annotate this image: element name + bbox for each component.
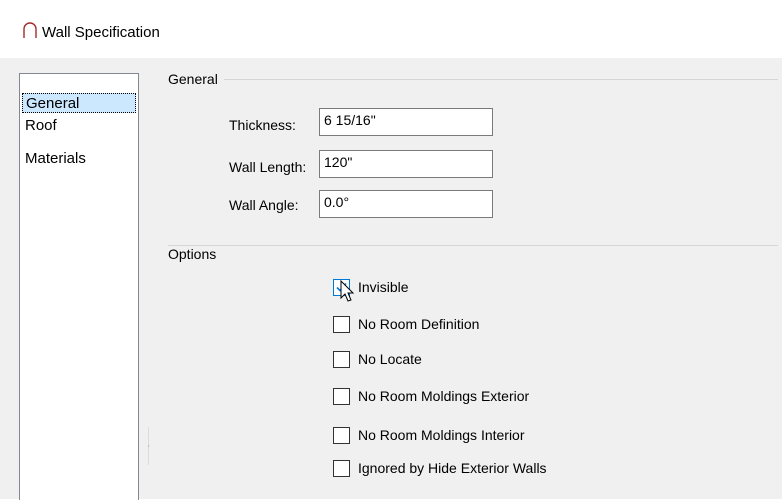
title-bar: Wall Specification	[0, 0, 782, 58]
pane-splitter-handle[interactable]	[148, 408, 150, 484]
thickness-label: Thickness:	[229, 117, 296, 133]
mouse-pointer-icon	[340, 280, 355, 302]
nav-item-general[interactable]: General	[22, 93, 136, 113]
no-locate-checkbox[interactable]	[333, 351, 350, 368]
dialog-body: General Roof Materials General Thickness…	[0, 58, 782, 500]
ignored-by-hide-exterior-walls-label: Ignored by Hide Exterior Walls	[358, 460, 547, 476]
no-room-moldings-interior-label: No Room Moldings Interior	[358, 427, 525, 443]
wall-length-field[interactable]: 120"	[319, 150, 493, 178]
no-room-definition-checkbox[interactable]	[333, 316, 350, 333]
no-room-moldings-interior-checkbox[interactable]	[333, 427, 350, 444]
nav-item-materials[interactable]: Materials	[21, 149, 86, 169]
nav-item-roof[interactable]: Roof	[21, 116, 57, 136]
wall-arc-icon	[23, 22, 37, 38]
invisible-label: Invisible	[358, 279, 409, 295]
nav-item-label: General	[26, 95, 80, 112]
general-group-label: General	[168, 71, 224, 87]
general-group-divider	[168, 79, 778, 80]
no-room-moldings-exterior-checkbox[interactable]	[333, 388, 350, 405]
nav-item-label: Materials	[25, 150, 86, 167]
thickness-field[interactable]: 6 15/16"	[319, 108, 493, 136]
window-title: Wall Specification	[42, 24, 160, 41]
no-room-definition-label: No Room Definition	[358, 316, 480, 332]
wall-angle-label: Wall Angle:	[229, 197, 299, 213]
ignored-by-hide-exterior-walls-checkbox[interactable]	[333, 460, 350, 477]
no-locate-label: No Locate	[358, 351, 422, 367]
wall-length-label: Wall Length:	[229, 159, 307, 175]
options-group-divider	[168, 245, 778, 246]
nav-item-label: Roof	[25, 117, 57, 134]
no-room-moldings-exterior-label: No Room Moldings Exterior	[358, 388, 530, 404]
options-group-label: Options	[168, 246, 223, 262]
category-list[interactable]: General Roof Materials	[19, 73, 139, 500]
wall-angle-field[interactable]: 0.0°	[319, 190, 493, 218]
